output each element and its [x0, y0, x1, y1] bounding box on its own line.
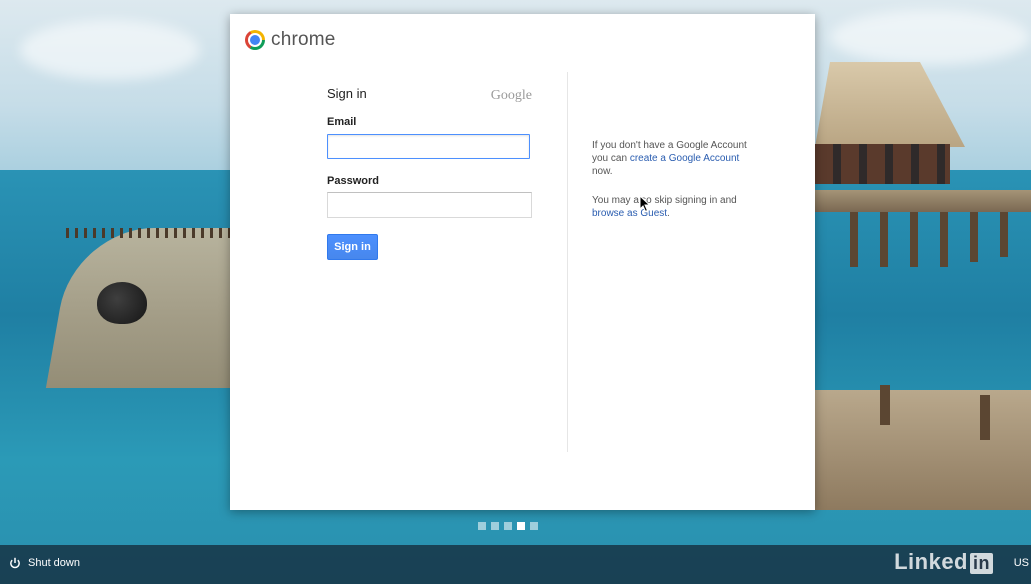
power-icon — [9, 557, 21, 569]
wallpaper-pager — [478, 522, 538, 530]
wallpaper-post — [970, 212, 978, 262]
column-divider — [567, 72, 568, 452]
create-account-link[interactable]: create a Google Account — [630, 153, 740, 164]
password-label: Password — [327, 175, 379, 187]
pager-dot-active[interactable] — [517, 522, 525, 530]
wallpaper-post — [850, 212, 858, 267]
wallpaper-post — [980, 395, 990, 440]
linkedin-watermark: Linked in — [894, 549, 993, 575]
pager-dot[interactable] — [530, 522, 538, 530]
shutdown-label: Shut down — [28, 557, 80, 569]
email-field[interactable] — [327, 134, 530, 159]
watermark-box: in — [970, 553, 993, 574]
google-wordmark: Google — [490, 88, 532, 103]
signin-dialog: chrome Sign in Google Email Password Sig… — [230, 14, 815, 510]
shutdown-button[interactable]: Shut down — [9, 557, 80, 569]
wallpaper-walkway-far — [815, 190, 1031, 212]
keyboard-layout-indicator[interactable]: US — [1014, 557, 1029, 569]
no-account-suffix: now. — [592, 166, 613, 177]
wallpaper-post — [1000, 212, 1008, 257]
brand-name: chrome — [271, 29, 336, 50]
chrome-logo-icon — [245, 30, 265, 50]
wallpaper-walkway-near — [815, 390, 1031, 510]
wallpaper-cloud — [20, 20, 200, 80]
guest-suffix: . — [667, 208, 670, 219]
brand: chrome — [245, 28, 336, 52]
watermark-text: Linked — [894, 549, 968, 574]
pager-dot[interactable] — [478, 522, 486, 530]
guest-prefix: You may also skip signing in and — [592, 195, 737, 206]
pager-dot[interactable] — [491, 522, 499, 530]
wallpaper-post — [940, 212, 948, 267]
wallpaper-hut-body — [815, 144, 950, 184]
wallpaper-post — [910, 212, 918, 267]
signin-info: If you don't have a Google Account you c… — [592, 139, 762, 236]
password-field[interactable] — [327, 192, 532, 218]
signin-button[interactable]: Sign in — [327, 234, 378, 260]
wallpaper-hut — [815, 62, 965, 184]
wallpaper-post — [880, 212, 888, 267]
wallpaper-post — [880, 385, 890, 425]
signin-form: Sign in Google Email Password Sign in — [327, 86, 532, 260]
wallpaper-pot — [97, 282, 147, 324]
browse-as-guest-link[interactable]: browse as Guest — [592, 208, 667, 219]
email-label: Email — [327, 116, 357, 128]
login-shelf: Shut down Linked in US — [0, 545, 1031, 584]
wallpaper-cloud — [830, 10, 1030, 65]
no-account-text: If you don't have a Google Account you c… — [592, 139, 762, 178]
pager-dot[interactable] — [504, 522, 512, 530]
wallpaper-pier-rail — [66, 228, 246, 238]
wallpaper-hut-roof — [815, 62, 965, 147]
guest-text: You may also skip signing in and browse … — [592, 194, 762, 220]
